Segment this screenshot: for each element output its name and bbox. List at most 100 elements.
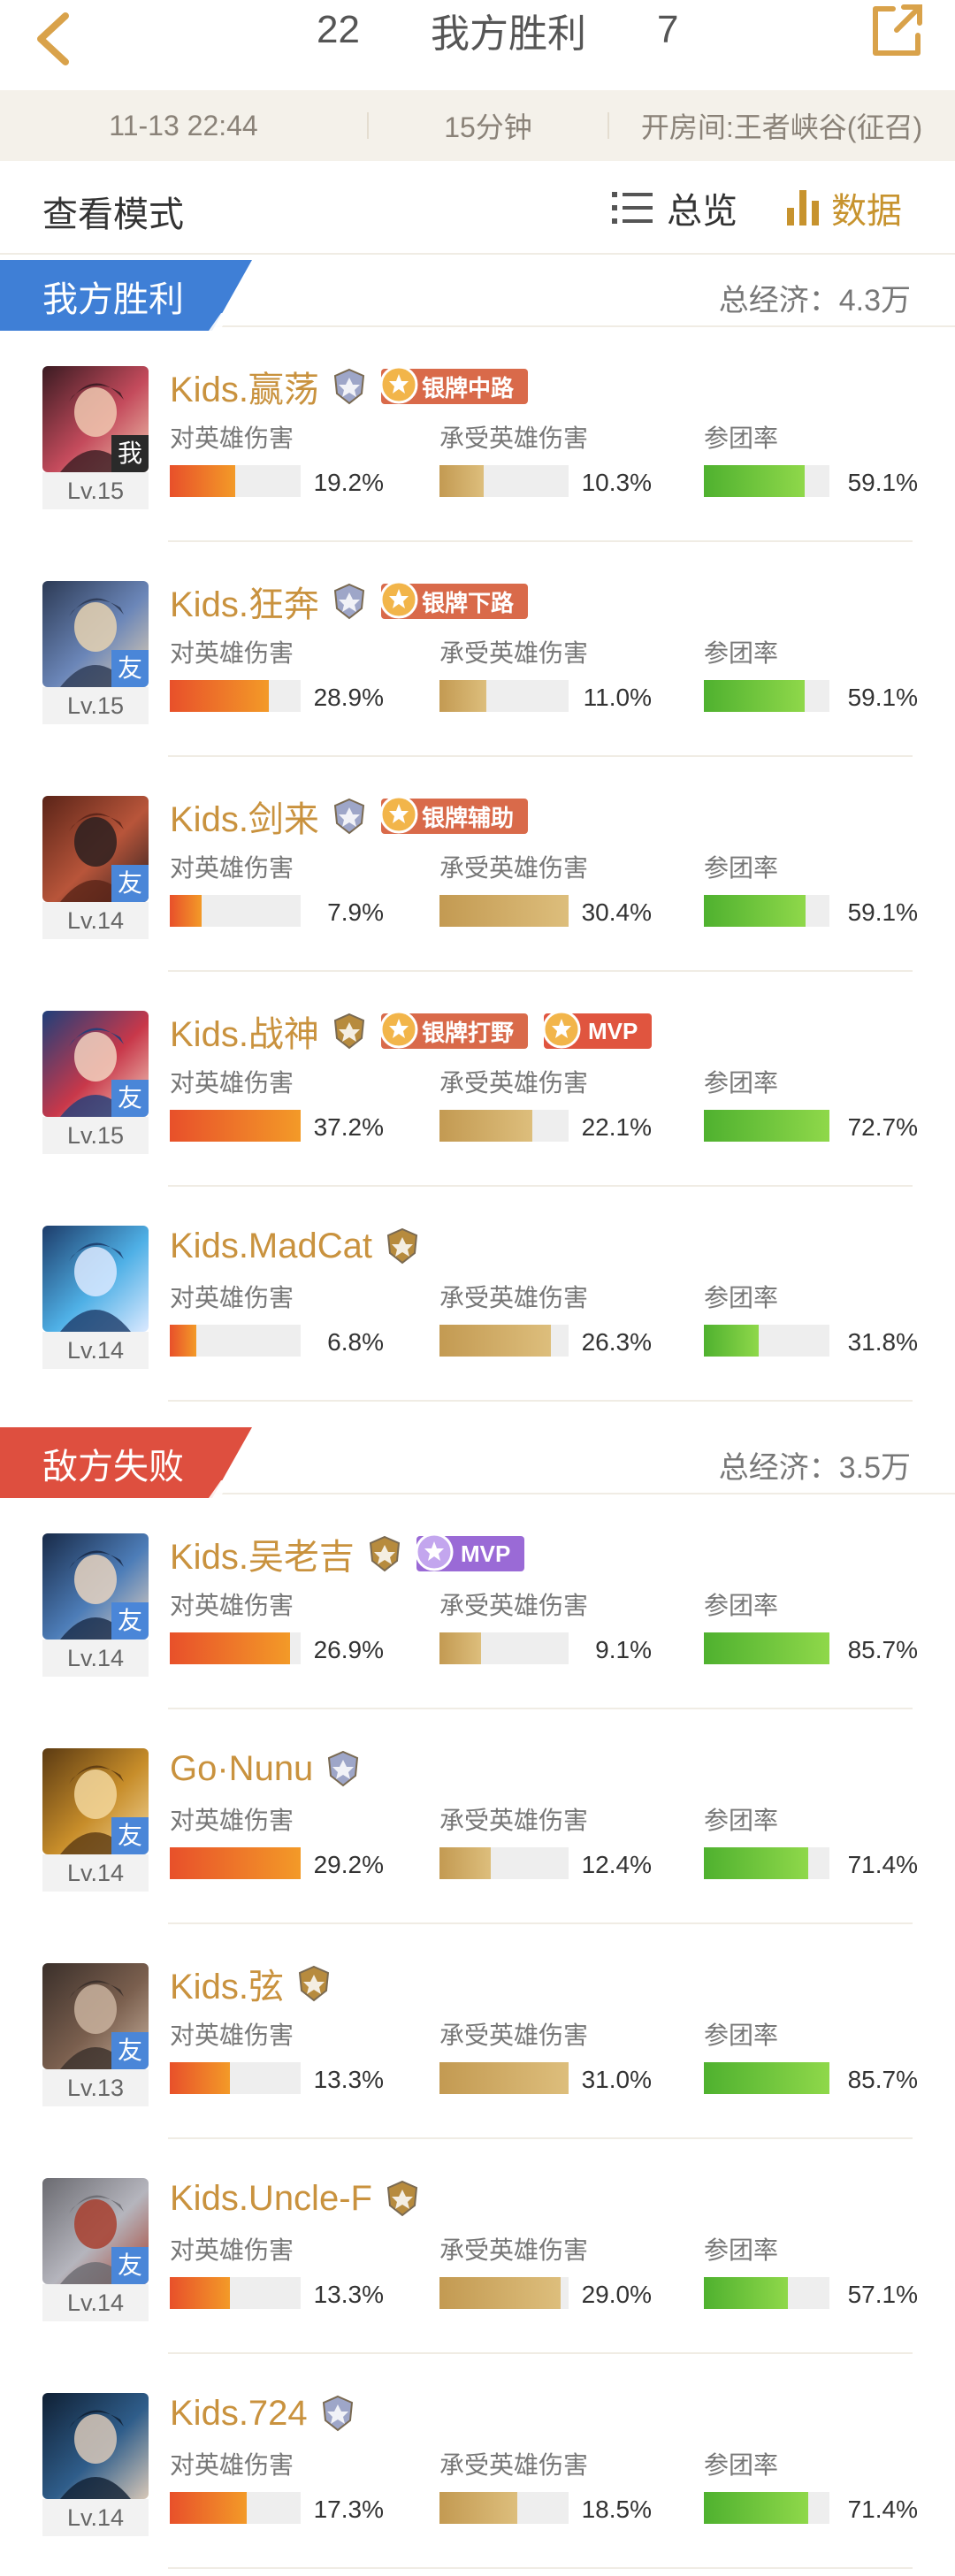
participation-bar-fill bbox=[704, 1847, 808, 1879]
player-relation-tag: 友 bbox=[111, 650, 149, 687]
hero-avatar[interactable]: 我 bbox=[42, 366, 149, 472]
participation-bar-fill bbox=[704, 1632, 829, 1664]
damage-taken-label: 承受英雄伤害 bbox=[439, 1284, 589, 1311]
player-name[interactable]: Kids.狂奔 bbox=[170, 576, 319, 627]
honor-badge: 银牌辅助 bbox=[379, 795, 528, 834]
hero-avatar[interactable] bbox=[42, 1226, 149, 1332]
damage-dealt-label: 对英雄伤害 bbox=[170, 854, 294, 882]
participation-label: 参团率 bbox=[704, 854, 779, 882]
player-name[interactable]: Kids.MadCat bbox=[170, 1227, 372, 1266]
player-name[interactable]: Kids.弦 bbox=[170, 1958, 284, 2009]
mvp-trophy-icon bbox=[415, 1533, 454, 1571]
damage-dealt-bar-fill bbox=[170, 1847, 301, 1879]
overview-label: 总览 bbox=[667, 192, 737, 231]
damage-taken-value: 30.4% bbox=[581, 898, 652, 926]
damage-taken-bar-fill bbox=[439, 2492, 517, 2524]
hero-avatar[interactable]: 友 bbox=[42, 796, 149, 902]
hero-avatar[interactable]: 友 bbox=[42, 1011, 149, 1117]
participation-bar bbox=[704, 2062, 829, 2094]
damage-dealt-label: 对英雄伤害 bbox=[170, 1069, 294, 1097]
damage-taken-bar-fill bbox=[439, 895, 569, 927]
damage-taken-label: 承受英雄伤害 bbox=[439, 2236, 589, 2264]
player-name-row: Kids.战神 银牌打野 MVP bbox=[170, 1009, 668, 1054]
hero-avatar[interactable]: 友 bbox=[42, 1963, 149, 2069]
player-relation-tag: 友 bbox=[111, 2247, 149, 2284]
match-result: 我方胜利 bbox=[431, 12, 586, 56]
player-name[interactable]: Kids.Uncle-F bbox=[170, 2179, 372, 2219]
player-relation-tag: 友 bbox=[111, 2032, 149, 2069]
participation-value: 31.8% bbox=[847, 1328, 918, 1356]
player-level: Lv.14 bbox=[42, 1854, 149, 1892]
damage-dealt-bar-fill bbox=[170, 895, 202, 927]
player-name[interactable]: Kids.战神 bbox=[170, 1005, 319, 1057]
damage-taken-value: 10.3% bbox=[581, 469, 652, 496]
damage-taken-bar bbox=[439, 2062, 569, 2094]
damage-dealt-bar-fill bbox=[170, 1325, 196, 1357]
player-row[interactable]: 友 Lv.13 Kids.弦 对英雄伤害 13.3% 承受英雄伤害 31.0% 参团率 85.7… bbox=[0, 1924, 955, 2139]
hero-avatar[interactable]: 友 bbox=[42, 1533, 149, 1640]
share-icon[interactable] bbox=[867, 0, 928, 62]
player-level: Lv.14 bbox=[42, 1640, 149, 1677]
player-name-row: Kids.MadCat bbox=[170, 1224, 434, 1268]
hero-portrait-icon bbox=[60, 2410, 131, 2499]
view-mode-label: 查看模式 bbox=[42, 195, 184, 234]
player-name[interactable]: Kids.吴老吉 bbox=[170, 1528, 355, 1579]
player-relation-tag: 我 bbox=[111, 435, 149, 472]
damage-taken-bar-fill bbox=[439, 1632, 481, 1664]
participation-label: 参团率 bbox=[704, 1069, 779, 1097]
silver-rank-shield-icon bbox=[333, 368, 365, 405]
player-name[interactable]: Kids.赢荡 bbox=[170, 361, 319, 412]
damage-taken-label: 承受英雄伤害 bbox=[439, 1592, 589, 1619]
data-button[interactable]: 数据 bbox=[785, 182, 902, 233]
participation-label: 参团率 bbox=[704, 1807, 779, 1834]
participation-bar bbox=[704, 895, 829, 927]
hero-avatar[interactable] bbox=[42, 2393, 149, 2499]
enemy-team-section: 敌方失败 总经济：3.5万 友 Lv.14 Kids.吴老吉 MVP 对英雄伤害 26.9… bbox=[0, 1424, 955, 2569]
gold-rank-star-icon bbox=[333, 1013, 365, 1050]
hero-avatar[interactable]: 友 bbox=[42, 581, 149, 687]
hero-avatar[interactable]: 友 bbox=[42, 1748, 149, 1854]
data-label: 数据 bbox=[831, 192, 902, 231]
player-name-row: Kids.724 bbox=[170, 2391, 370, 2435]
damage-dealt-label: 对英雄伤害 bbox=[170, 1284, 294, 1311]
bar-chart-icon bbox=[787, 190, 819, 225]
player-row[interactable]: 友 Lv.14 Kids.Uncle-F 对英雄伤害 13.3% 承受英雄伤害 29.0% 参… bbox=[0, 2139, 955, 2354]
damage-dealt-label: 对英雄伤害 bbox=[170, 2236, 294, 2264]
player-row[interactable]: Lv.14 Kids.MadCat 对英雄伤害 6.8% 承受英雄伤害 26.3% 参团率 3… bbox=[0, 1187, 955, 1402]
damage-dealt-label: 对英雄伤害 bbox=[170, 2022, 294, 2049]
damage-dealt-bar-fill bbox=[170, 465, 235, 497]
player-row[interactable]: 友 Lv.14 Kids.吴老吉 MVP 对英雄伤害 26.9% 承受英雄伤害 9.1% 参团率… bbox=[0, 1494, 955, 1709]
participation-value: 59.1% bbox=[847, 898, 918, 926]
participation-bar bbox=[704, 465, 829, 497]
row-divider bbox=[168, 2567, 913, 2569]
match-duration: 15分钟 bbox=[444, 111, 532, 143]
damage-taken-value: 31.0% bbox=[581, 2066, 652, 2093]
player-row[interactable]: 友 Lv.15 Kids.狂奔 银牌下路 对英雄伤害 28.9% 承受英雄伤害 11.0% 参团… bbox=[0, 542, 955, 757]
ally-economy: 总经济：4.3万 bbox=[718, 284, 911, 317]
player-name[interactable]: Go·Nunu bbox=[170, 1749, 313, 1789]
damage-dealt-value: 13.3% bbox=[313, 2066, 384, 2093]
damage-taken-value: 18.5% bbox=[581, 2496, 652, 2523]
damage-dealt-label: 对英雄伤害 bbox=[170, 1807, 294, 1834]
player-row[interactable]: 友 Lv.15 Kids.战神 银牌打野 MVP 对英雄伤害 37.2% 承受英雄伤害 22.1… bbox=[0, 972, 955, 1187]
participation-bar-fill bbox=[704, 465, 805, 497]
damage-taken-label: 承受英雄伤害 bbox=[439, 1069, 589, 1097]
damage-dealt-value: 28.9% bbox=[313, 684, 384, 711]
hero-avatar[interactable]: 友 bbox=[42, 2178, 149, 2284]
damage-taken-bar-fill bbox=[439, 2062, 569, 2094]
hero-portrait-icon bbox=[60, 1242, 131, 1332]
match-time: 11-13 22:44 bbox=[109, 109, 258, 141]
honor-badge: MVP bbox=[415, 1533, 525, 1571]
player-row[interactable]: Lv.14 Kids.724 对英雄伤害 17.3% 承受英雄伤害 18.5% 参团率 71.… bbox=[0, 2354, 955, 2569]
medal-icon bbox=[379, 795, 418, 834]
player-name[interactable]: Kids.剑来 bbox=[170, 791, 319, 842]
ally-player-list: 我 Lv.15 Kids.赢荡 银牌中路 对英雄伤害 19.2% 承受英雄伤害 10.3% 参团… bbox=[0, 327, 955, 1402]
overview-button[interactable]: 总览 bbox=[610, 182, 737, 233]
enemy-economy: 总经济：3.5万 bbox=[718, 1451, 911, 1485]
player-name[interactable]: Kids.724 bbox=[170, 2394, 308, 2434]
match-info-bar: 11-13 22:44 15分钟 开房间:王者峡谷(征召) bbox=[0, 90, 955, 161]
player-row[interactable]: 友 Lv.14 Go·Nunu 对英雄伤害 29.2% 承受英雄伤害 12.4% 参团率 71.… bbox=[0, 1709, 955, 1924]
damage-dealt-bar bbox=[170, 1325, 301, 1357]
player-row[interactable]: 我 Lv.15 Kids.赢荡 银牌中路 对英雄伤害 19.2% 承受英雄伤害 10.3% 参团… bbox=[0, 327, 955, 542]
player-row[interactable]: 友 Lv.14 Kids.剑来 银牌辅助 对英雄伤害 7.9% 承受英雄伤害 30.4% 参团率… bbox=[0, 757, 955, 972]
